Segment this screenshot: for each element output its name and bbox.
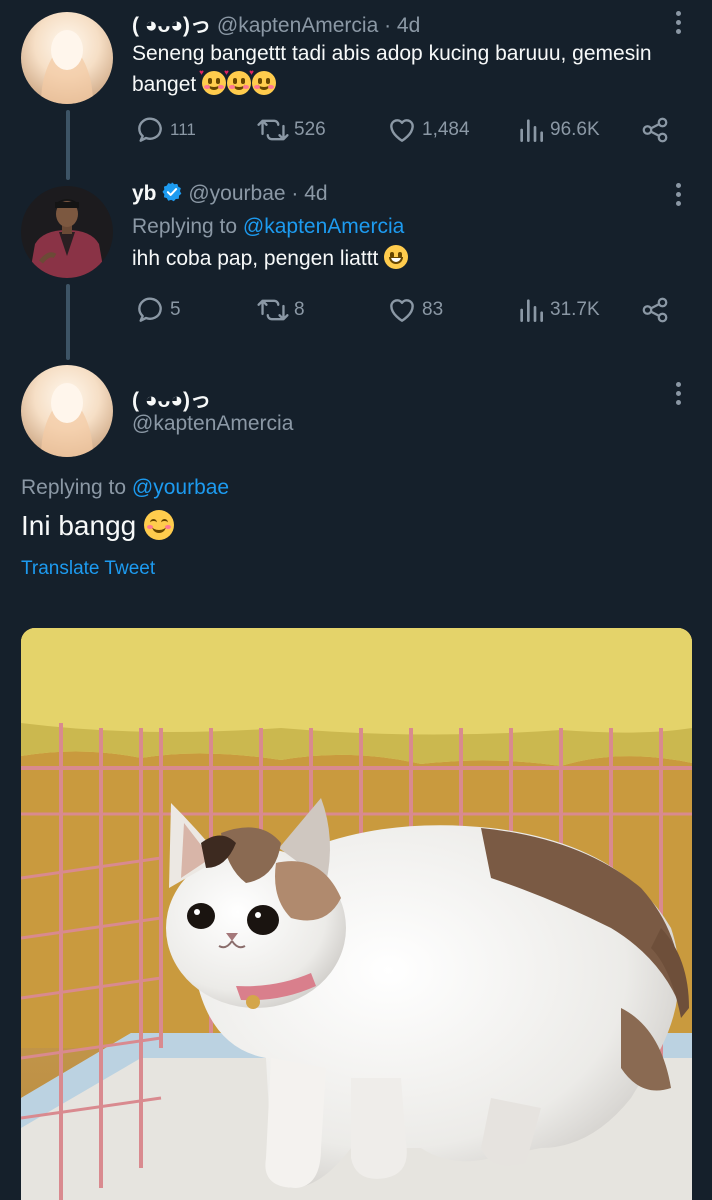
display-name[interactable]: yb [132,182,157,205]
replying-to-handle[interactable]: @kaptenAmercia [243,215,404,238]
retweet-button[interactable]: 8 [256,292,305,328]
tweet-text: Seneng bangettt tadi abis adop kucing ba… [132,38,662,100]
handle[interactable]: @kaptenAmercia [132,412,293,436]
display-name[interactable]: ( ◕ᴗ◕)っ [132,14,211,37]
tweet-actions: 5 8 83 31.7K [132,292,682,328]
reply-button[interactable]: 111 [134,112,196,148]
views-button[interactable]: 96.6K [516,112,600,148]
smiling-face-with-hearts-icon: ♥ [199,69,227,95]
share-icon [642,117,668,143]
smiling-face-with-hearts-icon: ♥ [224,69,252,95]
more-options-icon[interactable] [676,183,682,210]
avatar[interactable] [21,12,113,104]
like-button[interactable]: 83 [386,292,443,328]
replying-to-label: Replying to [132,215,238,238]
tweet-text: ihh coba pap, pengen liattt [132,243,662,274]
reply-count: 5 [170,299,181,320]
reply-count: 111 [170,120,196,139]
handle[interactable]: @yourbae [188,182,285,205]
views-icon [520,119,544,142]
share-button[interactable] [640,292,670,328]
share-icon [642,297,668,323]
tweet-media-image[interactable] [21,628,692,1200]
tweet-header: ( ◕ᴗ◕)っ @kaptenAmercia · 4d [132,9,420,39]
tweet-text: Ini bangg [21,508,175,544]
heart-icon [390,299,414,322]
retweet-count: 8 [294,299,305,320]
verified-badge-icon [161,181,183,209]
reply-icon [138,297,162,322]
display-name[interactable]: ( ◕ᴗ◕)っ [132,384,211,414]
replying-to-handle[interactable]: @yourbae [132,476,229,499]
replying-to-label: Replying to [21,476,127,499]
share-button[interactable] [640,112,670,148]
like-count: 1,484 [422,119,470,140]
avatar[interactable] [21,365,113,457]
timestamp[interactable]: · 4d [291,182,327,205]
timestamp[interactable]: · 4d [384,14,420,37]
tweet-actions: 111 526 1,484 96.6K [132,112,682,148]
smiling-face-with-hearts-icon: ♥ [249,69,277,95]
retweet-count: 526 [294,119,326,140]
more-options-icon[interactable] [676,11,682,38]
avatar[interactable] [21,186,113,278]
tweet-text-content: ihh coba pap, pengen liattt [132,247,379,270]
views-icon [520,299,544,322]
grinning-face-icon [384,245,409,269]
reply-button[interactable]: 5 [134,292,181,328]
view-count: 31.7K [550,299,600,320]
thread-connector [66,284,70,360]
heart-icon [390,119,414,142]
retweet-button[interactable]: 526 [256,112,326,148]
tweet-header: yb @yourbae · 4d [132,181,328,209]
thread-connector [66,110,70,180]
more-options-icon[interactable] [676,382,682,409]
view-count: 96.6K [550,119,600,140]
like-count: 83 [422,299,444,320]
replying-to: Replying to @kaptenAmercia [132,211,662,242]
tweet-text-content: Ini bangg [21,510,137,541]
replying-to: Replying to @yourbae [21,476,229,500]
views-button[interactable]: 31.7K [516,292,600,328]
handle[interactable]: @kaptenAmercia [217,14,378,37]
like-button[interactable]: 1,484 [386,112,470,148]
translate-tweet-link[interactable]: Translate Tweet [21,558,155,580]
smiling-face-with-smiling-eyes-icon [144,510,174,540]
reply-icon [138,117,162,142]
retweet-icon [257,119,289,141]
retweet-icon [257,299,289,321]
